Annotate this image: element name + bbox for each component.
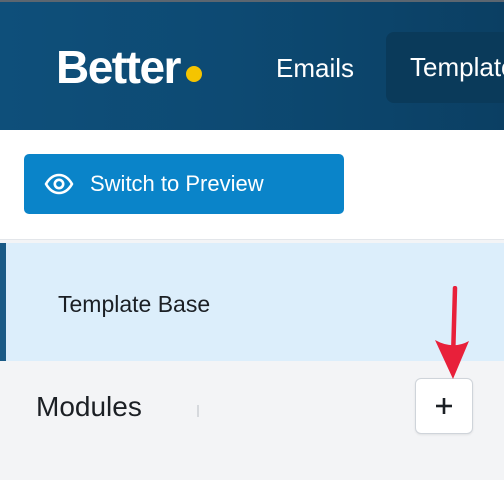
sidebar-item-label: Template Base <box>58 291 211 317</box>
brand-dot-icon <box>185 66 202 82</box>
nav-templates[interactable]: Templates <box>386 32 504 103</box>
brand-logo[interactable]: Better <box>56 42 202 92</box>
top-navigation-bar: Better Emails Templates <box>0 0 504 130</box>
add-module-button[interactable] <box>415 378 473 434</box>
app-screen: Better Emails Templates Switch to Previe… <box>0 0 504 480</box>
template-sidebar: Template Base Modules <box>0 240 504 480</box>
modules-section-header: Modules <box>0 362 504 480</box>
modules-heading: Modules <box>36 391 142 422</box>
divider <box>197 405 199 417</box>
switch-to-preview-button[interactable]: Switch to Preview <box>24 154 344 214</box>
editor-toolbar: Switch to Preview <box>0 130 504 240</box>
eye-icon <box>44 173 74 195</box>
red-arrow-down-icon <box>435 286 469 379</box>
plus-icon <box>436 398 452 414</box>
sidebar-item-template-base[interactable]: Template Base <box>0 243 504 361</box>
nav-emails[interactable]: Emails <box>276 52 354 84</box>
brand-name: Better <box>56 41 181 93</box>
switch-to-preview-label: Switch to Preview <box>90 171 264 196</box>
